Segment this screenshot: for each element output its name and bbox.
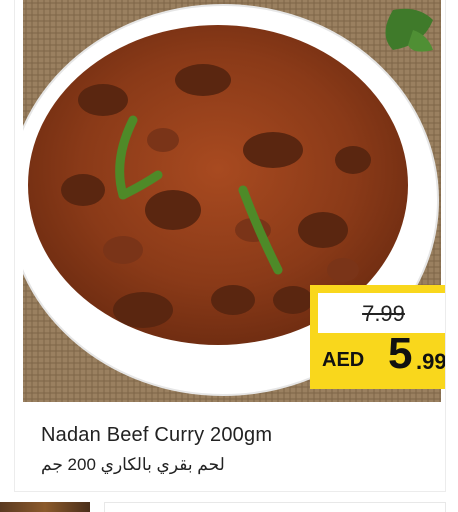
next-product-card[interactable] [104,502,446,512]
price-tag: 7.99 AED 5 .99 [310,285,446,389]
next-product-image[interactable] [0,502,90,512]
product-card[interactable]: 7.99 AED 5 .99 Nadan Beef Curry 200gm لح… [14,0,446,492]
old-price-box: 7.99 [318,293,445,333]
new-price-decimal: .99 [416,349,446,374]
product-title-en[interactable]: Nadan Beef Curry 200gm [41,424,272,447]
product-title-ar[interactable]: لحم بقري بالكاري 200 جم [41,455,225,475]
new-price-integer: 5 [388,329,413,378]
old-price: 7.99 [362,301,405,326]
currency-label: AED [322,349,365,371]
